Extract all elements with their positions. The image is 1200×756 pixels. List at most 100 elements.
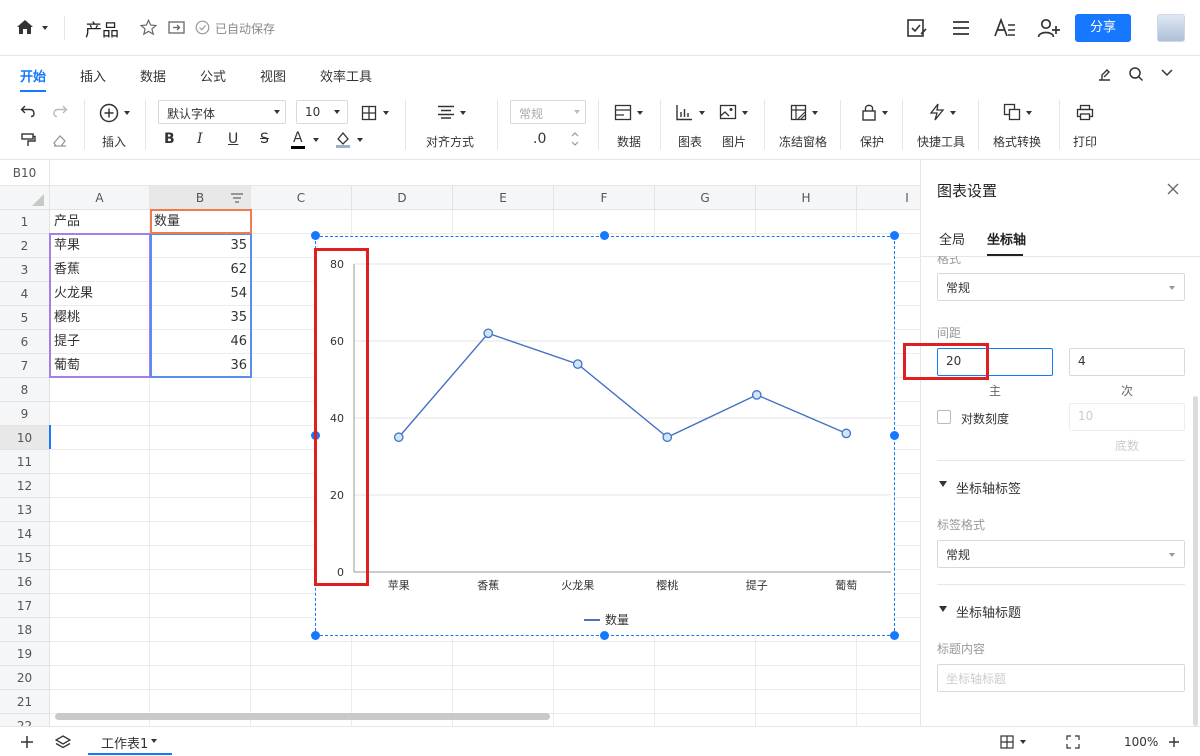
section-axis-title[interactable]: 坐标轴标题 bbox=[956, 602, 1021, 621]
row-header-17[interactable]: 17 bbox=[0, 594, 50, 618]
format-convert-icon[interactable] bbox=[1003, 103, 1021, 121]
row-header-12[interactable]: 12 bbox=[0, 474, 50, 498]
tab-formula[interactable]: 公式 bbox=[200, 66, 226, 85]
border-dropdown-icon[interactable] bbox=[383, 111, 389, 115]
quick-tools-dropdown-icon[interactable] bbox=[950, 111, 956, 115]
column-header-i[interactable]: I bbox=[857, 186, 920, 210]
data-icon[interactable] bbox=[614, 104, 632, 121]
edit-doc-icon[interactable] bbox=[906, 17, 928, 39]
row-header-3[interactable]: 3 bbox=[0, 258, 50, 282]
row-header-2[interactable]: 2 bbox=[0, 234, 50, 258]
tab-view[interactable]: 视图 bbox=[260, 66, 286, 85]
column-header-a[interactable]: A bbox=[50, 186, 150, 210]
share-button[interactable]: 分享 bbox=[1075, 14, 1131, 42]
align-label[interactable]: 对齐方式 bbox=[426, 133, 474, 150]
data-point[interactable] bbox=[393, 432, 404, 443]
data-point[interactable] bbox=[662, 432, 673, 443]
row-header-5[interactable]: 5 bbox=[0, 306, 50, 330]
row-header-20[interactable]: 20 bbox=[0, 666, 50, 690]
text-style-icon[interactable] bbox=[993, 17, 1017, 39]
tab-home[interactable]: 开始 bbox=[20, 66, 47, 92]
row-header-18[interactable]: 18 bbox=[0, 618, 50, 642]
row-header-21[interactable]: 21 bbox=[0, 690, 50, 714]
minor-spacing-input[interactable]: 4 bbox=[1069, 348, 1185, 376]
insert-plus-icon[interactable] bbox=[99, 103, 119, 123]
axis-format-select[interactable]: 常规 bbox=[937, 273, 1185, 301]
spreadsheet-grid[interactable]: ABCDEFGHI 1 2 3 4 5 6 7 8 9 10 11 12 13 14 15 16 17 18 19 2… bbox=[0, 186, 920, 726]
tab-insert[interactable]: 插入 bbox=[80, 66, 106, 85]
brush-icon[interactable] bbox=[1096, 66, 1113, 82]
menu-icon[interactable] bbox=[951, 19, 971, 37]
panel-scrollbar[interactable] bbox=[1193, 396, 1198, 726]
image-icon[interactable] bbox=[719, 104, 737, 120]
column-header-f[interactable]: F bbox=[554, 186, 655, 210]
font-size-select[interactable]: 10 bbox=[296, 100, 348, 124]
row-header-14[interactable]: 14 bbox=[0, 522, 50, 546]
tab-efficiency-tools[interactable]: 效率工具 bbox=[320, 66, 372, 85]
freeze-label[interactable]: 冻结窗格 bbox=[779, 133, 827, 150]
insert-dropdown-icon[interactable] bbox=[124, 111, 130, 115]
data-point[interactable] bbox=[751, 390, 762, 400]
row-header-6[interactable]: 6 bbox=[0, 330, 50, 354]
row-header-22[interactable]: 22 bbox=[0, 714, 50, 726]
row-header-9[interactable]: 9 bbox=[0, 402, 50, 426]
log-scale-checkbox[interactable] bbox=[937, 410, 951, 424]
chart-dropdown-icon[interactable] bbox=[699, 111, 705, 115]
data-label[interactable]: 数据 bbox=[617, 133, 641, 150]
sheet-tab-dropdown-icon[interactable] bbox=[151, 739, 157, 743]
insert-label[interactable]: 插入 bbox=[102, 133, 126, 150]
resize-handle-tm[interactable] bbox=[600, 231, 609, 240]
strikethrough-button[interactable]: S bbox=[260, 131, 269, 147]
fill-color-icon[interactable] bbox=[334, 130, 352, 148]
font-family-select[interactable]: 默认字体 bbox=[158, 100, 286, 124]
avatar[interactable] bbox=[1157, 14, 1185, 42]
font-color-button[interactable]: A bbox=[291, 130, 305, 149]
collapse-triangle-icon[interactable] bbox=[939, 481, 947, 487]
tab-global[interactable]: 全局 bbox=[939, 229, 965, 248]
line-chart[interactable]: 020406080苹果 香蕉 火龙果 樱桃 提子 葡萄数量 bbox=[316, 237, 896, 637]
home-icon[interactable] bbox=[16, 19, 34, 35]
home-dropdown-icon[interactable] bbox=[42, 26, 48, 30]
font-size-dropdown-icon[interactable] bbox=[334, 110, 340, 114]
eraser-icon[interactable] bbox=[52, 132, 68, 148]
format-painter-icon[interactable] bbox=[20, 132, 36, 148]
print-label[interactable]: 打印 bbox=[1073, 133, 1097, 150]
chart-icon[interactable] bbox=[675, 104, 693, 121]
italic-button[interactable]: I bbox=[197, 131, 203, 147]
number-format-dropdown-icon[interactable] bbox=[574, 110, 580, 114]
protect-label[interactable]: 保护 bbox=[860, 133, 884, 150]
lock-icon[interactable] bbox=[861, 103, 877, 121]
freeze-dropdown-icon[interactable] bbox=[812, 111, 818, 115]
resize-handle-tl[interactable] bbox=[311, 231, 320, 240]
fill-color-dropdown-icon[interactable] bbox=[357, 138, 363, 142]
row-header-8[interactable]: 8 bbox=[0, 378, 50, 402]
format-convert-label[interactable]: 格式转换 bbox=[993, 133, 1041, 150]
select-all-corner[interactable] bbox=[0, 186, 50, 210]
view-dropdown-icon[interactable] bbox=[1020, 740, 1026, 744]
grid-view-icon[interactable] bbox=[1000, 735, 1014, 749]
cell-a1[interactable]: 产品 bbox=[50, 210, 150, 234]
border-icon[interactable] bbox=[361, 105, 377, 121]
column-filter-icon[interactable] bbox=[230, 192, 244, 204]
align-dropdown-icon[interactable] bbox=[460, 111, 466, 115]
axis-title-input[interactable]: 坐标轴标题 bbox=[937, 664, 1185, 692]
image-dropdown-icon[interactable] bbox=[742, 111, 748, 115]
label-format-select[interactable]: 常规 bbox=[937, 540, 1185, 568]
protect-dropdown-icon[interactable] bbox=[882, 111, 888, 115]
label-format-dropdown-icon[interactable] bbox=[1169, 553, 1175, 557]
chart-container[interactable]: 0 20 40 60 80 苹果 香蕉 火龙果 樱桃 提子 葡萄 数量 bbox=[315, 236, 895, 636]
horizontal-scrollbar[interactable] bbox=[55, 713, 550, 720]
decimal-value[interactable]: .0 bbox=[533, 131, 546, 147]
row-header-7[interactable]: 7 bbox=[0, 354, 50, 378]
close-icon[interactable] bbox=[1167, 183, 1179, 195]
collapse-triangle-icon[interactable] bbox=[939, 606, 947, 612]
data-dropdown-icon[interactable] bbox=[637, 111, 643, 115]
data-point[interactable] bbox=[483, 328, 494, 339]
add-sheet-icon[interactable] bbox=[20, 735, 34, 749]
zoom-in-icon[interactable] bbox=[1168, 736, 1180, 748]
align-icon[interactable] bbox=[437, 105, 455, 119]
font-color-dropdown-icon[interactable] bbox=[313, 138, 319, 142]
column-header-d[interactable]: D bbox=[352, 186, 453, 210]
zoom-level[interactable]: 100% bbox=[1124, 735, 1158, 749]
tab-axis[interactable]: 坐标轴 bbox=[987, 229, 1026, 248]
